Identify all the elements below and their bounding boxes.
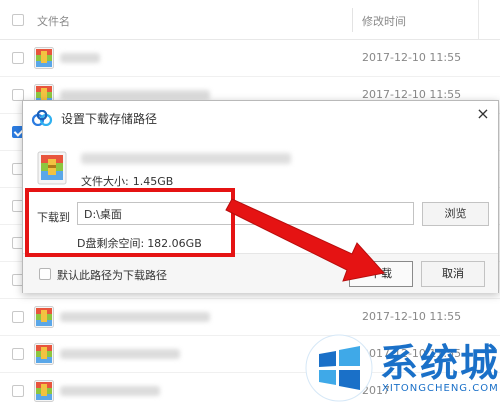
- file-name-blurred: [60, 90, 210, 100]
- default-path-checkbox[interactable]: [39, 268, 51, 280]
- cancel-button[interactable]: 取消: [421, 261, 485, 287]
- rar-archive-icon: [37, 151, 67, 188]
- column-header-extra: [478, 0, 500, 40]
- file-list-header: 文件名 修改时间: [0, 0, 500, 40]
- watermark-subtitle: XITONGCHENG.COM: [382, 383, 499, 394]
- rar-archive-icon: [34, 380, 54, 405]
- browse-button[interactable]: 浏览: [422, 202, 489, 226]
- file-name-blurred: [60, 349, 180, 359]
- windows-logo-icon: [305, 334, 373, 405]
- rar-archive-icon: [34, 47, 54, 72]
- dialog-titlebar: 设置下载存储路径 ×: [23, 101, 498, 135]
- dialog-footer: 默认此路径为下载路径 下载 取消: [23, 253, 498, 293]
- file-size-value: 1.45GB: [132, 175, 174, 188]
- close-icon[interactable]: ×: [472, 104, 494, 126]
- column-header-modified[interactable]: 修改时间: [362, 13, 406, 29]
- file-size-label: 文件大小:: [81, 175, 129, 188]
- select-all-checkbox[interactable]: [12, 14, 24, 26]
- row-checkbox[interactable]: [12, 385, 24, 397]
- row-checkbox[interactable]: [12, 52, 24, 64]
- rar-archive-icon: [34, 306, 54, 331]
- file-row[interactable]: 2017-12-10 11:55: [0, 40, 500, 77]
- watermark-title: 系统城: [380, 341, 500, 385]
- row-checkbox[interactable]: [12, 348, 24, 360]
- modified-time: 2017-12-10 11:55: [362, 310, 462, 323]
- highlight-box: [25, 188, 235, 257]
- rar-archive-icon: [34, 343, 54, 368]
- column-divider: [352, 8, 353, 32]
- file-name-blurred: [60, 312, 210, 322]
- watermark: 系统城 XITONGCHENG.COM: [300, 330, 500, 409]
- file-name-blurred: [81, 153, 291, 164]
- download-button[interactable]: 下载: [349, 261, 413, 287]
- modified-time: 2017-12-10 11:55: [362, 51, 462, 64]
- column-header-filename[interactable]: 文件名: [37, 13, 70, 29]
- dialog-title: 设置下载存储路径: [61, 112, 158, 126]
- file-name-blurred: [60, 53, 100, 63]
- default-path-label[interactable]: 默认此路径为下载路径: [57, 267, 167, 283]
- baidu-netdisk-cloud-icon: [31, 109, 53, 129]
- file-name-blurred: [60, 386, 160, 396]
- file-size-info: 文件大小: 1.45GB: [81, 173, 173, 189]
- row-checkbox[interactable]: [12, 311, 24, 323]
